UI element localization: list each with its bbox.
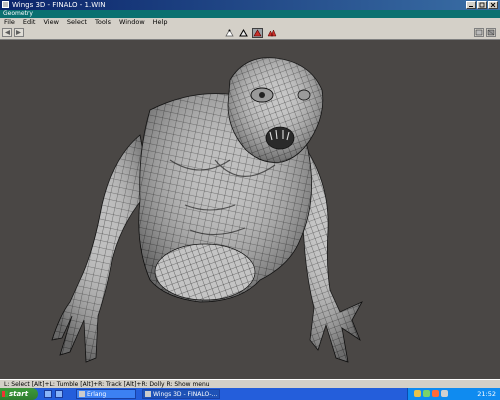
view-options-icon (487, 29, 495, 36)
face-select-icon (253, 29, 262, 37)
right-eye (297, 89, 311, 101)
body-select-button[interactable] (266, 28, 277, 38)
system-tray: 21:52 (407, 388, 500, 400)
toolbar (0, 27, 500, 40)
tray-icon[interactable] (423, 390, 430, 397)
tray-icon[interactable] (414, 390, 421, 397)
edge-select-icon (239, 29, 248, 37)
title-bar[interactable]: Wings 3D - FINALO - 1.WIN (0, 0, 500, 10)
taskbar: start Erlang Wings 3D - FINALO-... 21:52 (0, 388, 500, 400)
mesh-creature-model (51, 57, 363, 363)
erlang-icon (79, 391, 85, 397)
geometry-header: Geometry (0, 10, 500, 18)
start-label: start (9, 390, 29, 398)
vertex-select-button[interactable] (224, 28, 235, 38)
windows-flag-icon (2, 391, 8, 397)
close-icon (490, 2, 496, 8)
minimize-button[interactable] (466, 1, 476, 9)
mouth (265, 126, 295, 150)
menu-select[interactable]: Select (63, 18, 91, 27)
maximize-icon (479, 2, 485, 8)
close-button[interactable] (488, 1, 498, 9)
menu-bar: File Edit View Select Tools Window Help (0, 18, 500, 27)
menu-help[interactable]: Help (149, 18, 172, 27)
undo-icon (5, 30, 10, 35)
taskbar-item-erlang[interactable]: Erlang (76, 389, 136, 399)
taskbar-item-wings3d[interactable]: Wings 3D - FINALO-... (142, 389, 220, 399)
3d-viewport[interactable] (0, 40, 500, 379)
redo-button[interactable] (14, 28, 24, 37)
menu-tools[interactable]: Tools (91, 18, 115, 27)
vertex-select-icon (225, 29, 234, 37)
menu-file[interactable]: File (0, 18, 19, 27)
edge-select-button[interactable] (238, 28, 249, 38)
tray-icon[interactable] (441, 390, 448, 397)
belly (154, 243, 256, 301)
menu-edit[interactable]: Edit (19, 18, 40, 27)
tray-icon[interactable] (432, 390, 439, 397)
menu-view[interactable]: View (39, 18, 62, 27)
geometry-label: Geometry (3, 10, 33, 17)
wings3d-icon (145, 391, 151, 397)
quick-launch-icon[interactable] (55, 390, 63, 398)
quick-launch-icon[interactable] (44, 390, 52, 398)
body-select-icon (267, 29, 276, 37)
task-label: Wings 3D - FINALO-... (153, 391, 218, 398)
wings3d-window: Wings 3D - FINALO - 1.WIN Geometry File … (0, 0, 500, 400)
window-title: Wings 3D - FINALO - 1.WIN (12, 1, 106, 9)
face-select-button[interactable] (252, 28, 263, 38)
clock: 21:52 (477, 390, 496, 398)
view-options-button[interactable] (486, 28, 496, 37)
smooth-preview-icon (475, 29, 483, 36)
smooth-preview-button[interactable] (474, 28, 484, 37)
task-label: Erlang (87, 391, 107, 398)
app-icon (2, 1, 9, 8)
maximize-button[interactable] (477, 1, 487, 9)
redo-icon (16, 30, 21, 35)
start-button[interactable]: start (0, 388, 38, 400)
undo-button[interactable] (2, 28, 12, 37)
minimize-icon (469, 6, 473, 7)
menu-window[interactable]: Window (115, 18, 149, 27)
quick-launch (44, 390, 63, 398)
